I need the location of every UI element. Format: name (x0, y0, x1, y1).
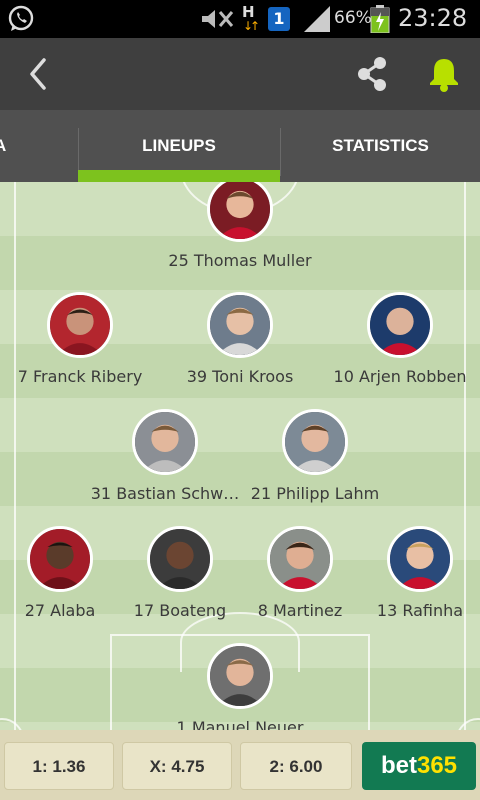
player-avatar (47, 292, 113, 358)
player-avatar (267, 526, 333, 592)
signal-icon (304, 6, 330, 32)
player-card[interactable]: 7 Franck Ribery (0, 292, 160, 386)
player-name: 7 Franck Ribery (17, 367, 143, 386)
clock: 23:28 (398, 4, 468, 32)
brand-text: bet (380, 752, 417, 779)
player-card[interactable]: 25 Thomas Muller (160, 182, 320, 270)
player-card[interactable]: 10 Arjen Robben (320, 292, 480, 386)
player-avatar (147, 526, 213, 592)
data-arrows-icon: ↓↑ (243, 19, 260, 33)
player-avatar (27, 526, 93, 592)
player-name: 39 Toni Kroos (186, 367, 294, 386)
player-avatar (282, 409, 348, 475)
odds-home-button[interactable]: 1: 1.36 (4, 742, 114, 790)
tab-selected-indicator (78, 170, 280, 182)
player-card[interactable]: 39 Toni Kroos (160, 292, 320, 386)
player-avatar (387, 526, 453, 592)
player-avatar (367, 292, 433, 358)
player-card[interactable]: 1 Manuel Neuer (160, 643, 320, 730)
battery-percent: 66% (334, 8, 372, 28)
player-card[interactable]: 21 Philipp Lahm (235, 409, 395, 503)
player-name: 1 Manuel Neuer (176, 718, 304, 730)
lineup-pitch: 25 Thomas Muller 7 Franck Ribery 39 Toni… (0, 182, 480, 730)
player-name: 31 Bastian Schw… (90, 484, 240, 503)
player-avatar (132, 409, 198, 475)
app-bar (0, 38, 480, 110)
share-icon[interactable] (352, 54, 392, 94)
player-avatar (207, 182, 273, 242)
player-card[interactable]: 31 Bastian Schw… (85, 409, 245, 503)
mute-icon (202, 10, 234, 28)
odds-away-button[interactable]: 2: 6.00 (240, 742, 352, 790)
player-name: 13 Rafinha (376, 601, 464, 620)
status-bar: H ↓↑ 1 66% 23:28 (0, 0, 480, 38)
bet365-logo-button[interactable]: bet365 (362, 742, 476, 790)
tab-previous[interactable]: A (0, 110, 78, 182)
brand-accent-text: 365 (416, 752, 458, 779)
player-name: 10 Arjen Robben (333, 367, 467, 386)
player-name: 21 Philipp Lahm (250, 484, 380, 503)
player-name: 25 Thomas Muller (168, 251, 312, 270)
player-avatar (207, 643, 273, 709)
odds-draw-button[interactable]: X: 4.75 (122, 742, 232, 790)
odds-bar: 1: 1.36 X: 4.75 2: 6.00 bet365 (0, 730, 480, 800)
whatsapp-icon (8, 5, 34, 31)
player-avatar (207, 292, 273, 358)
sim-badge: 1 (268, 7, 290, 31)
tab-statistics[interactable]: STATISTICS (281, 110, 480, 182)
battery-charging-icon (370, 5, 390, 33)
bell-icon[interactable] (424, 54, 464, 94)
player-card[interactable]: 13 Rafinha (340, 526, 480, 620)
back-arrow-icon[interactable] (20, 54, 60, 94)
